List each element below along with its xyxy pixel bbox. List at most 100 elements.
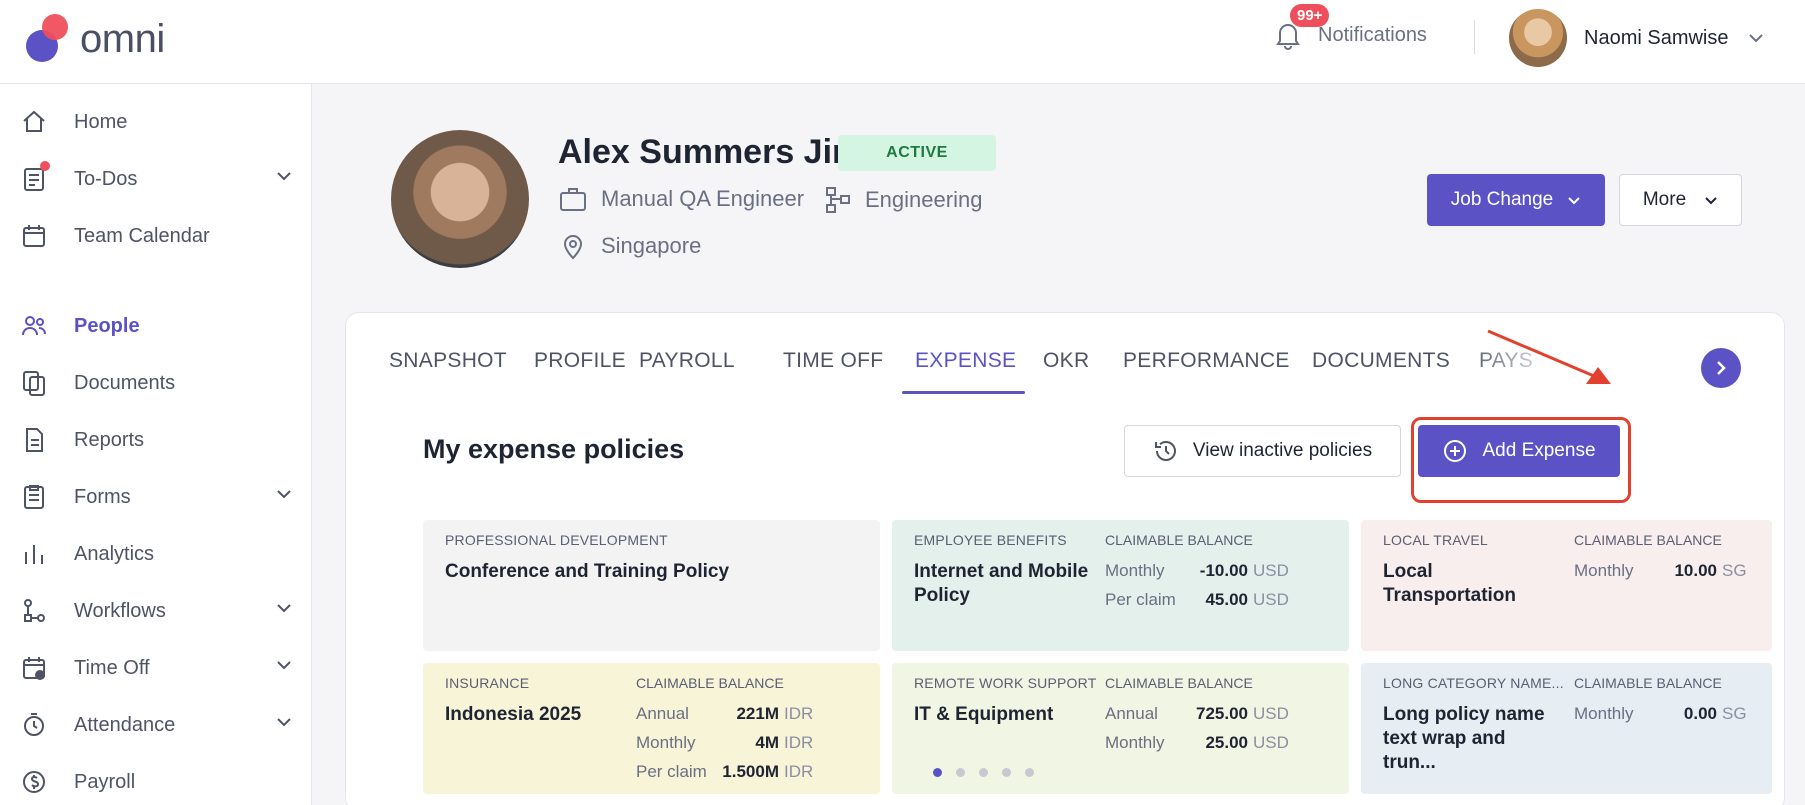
policy-category: INSURANCE [445, 675, 530, 691]
tab-snapshot[interactable]: SNAPSHOT [389, 349, 507, 373]
pagination-dot[interactable] [933, 768, 942, 777]
policy-name: Local Transportation [1383, 561, 1517, 606]
tab-documents[interactable]: DOCUMENTS [1312, 349, 1450, 373]
location-pin-icon [563, 235, 583, 260]
sidebar-item-label: Analytics [74, 542, 155, 565]
tab-expense[interactable]: EXPENSE [915, 349, 1016, 373]
pagination-dot[interactable] [956, 768, 965, 777]
tab-okr[interactable]: OKR [1043, 349, 1089, 373]
balance-currency: IDR [784, 762, 814, 781]
policy-card[interactable]: EMPLOYEE BENEFITS Internet and Mobile Pol… [892, 520, 1349, 651]
main-content: Alex Summers Jin ACTIVE Manual QA Engine… [313, 85, 1805, 805]
job-change-button[interactable]: Job Change [1427, 174, 1605, 226]
policy-name: IT & Equipment [914, 704, 1054, 725]
chevron-down-icon [277, 172, 291, 181]
claimable-balance-header: CLAIMABLE BALANCE [1574, 675, 1722, 691]
location: Singapore [601, 233, 702, 258]
view-inactive-label: View inactive policies [1192, 440, 1373, 461]
sidebar-item-label: To-Dos [74, 167, 138, 190]
chevron-right-icon [1717, 361, 1726, 375]
chevron-down-icon [277, 718, 291, 727]
claimable-balance-header: CLAIMABLE BALANCE [1105, 532, 1253, 548]
workflows-icon [20, 597, 48, 625]
sidebar-item-label: Payroll [74, 770, 136, 793]
balance-currency: USD [1253, 733, 1289, 752]
user-menu[interactable]: Naomi Samwise [1509, 9, 1764, 67]
pagination-dot[interactable] [1025, 768, 1034, 777]
pagination-dot[interactable] [1002, 768, 1011, 777]
balance-amount: 221M [736, 704, 779, 723]
tab-profile[interactable]: PROFILE [534, 349, 626, 373]
more-label: More [1642, 189, 1687, 210]
sidebar-item-time-off[interactable]: Time Off [0, 646, 312, 690]
briefcase-icon [560, 188, 586, 211]
policy-name: Conference and Training Policy [445, 561, 730, 582]
sidebar-item-to-dos[interactable]: To-Dos [0, 157, 312, 201]
person-name: Alex Summers Jin [558, 133, 853, 171]
section-title: My expense policies [423, 434, 685, 464]
tab-time-off[interactable]: TIME OFF [783, 349, 883, 373]
forms-icon [20, 483, 48, 511]
chevron-down-icon [277, 604, 291, 613]
balance-currency: SG [1722, 704, 1747, 723]
balance-currency: SG [1722, 561, 1747, 580]
sidebar-item-reports[interactable]: Reports [0, 418, 312, 462]
top-divider [1474, 20, 1475, 54]
balance-amount: 1.500M [722, 762, 779, 781]
chevron-down-icon [277, 490, 291, 499]
tab-performance[interactable]: PERFORMANCE [1123, 349, 1290, 373]
active-tab-underline [902, 391, 1025, 394]
sidebar-item-analytics[interactable]: Analytics [0, 532, 312, 576]
policy-card[interactable]: LOCAL TRAVEL Local Transportation CLAIMABL… [1361, 520, 1772, 651]
claimable-balance-header: CLAIMABLE BALANCE [1105, 675, 1253, 691]
pagination-dot[interactable] [979, 768, 988, 777]
home-icon [20, 108, 48, 136]
sidebar-item-label: Reports [74, 428, 145, 451]
chevron-down-icon [1749, 34, 1764, 43]
tab-payroll[interactable]: PAYROLL [639, 349, 735, 373]
user-avatar [1509, 9, 1567, 67]
sidebar-item-label: Team Calendar [74, 224, 210, 247]
policy-name: Indonesia 2025 [445, 704, 582, 725]
policy-card[interactable]: PROFESSIONAL DEVELOPMENT Conference and T… [423, 520, 880, 651]
balance-currency: USD [1253, 561, 1289, 580]
sidebar-item-label: Documents [74, 371, 176, 394]
more-button[interactable]: More [1619, 174, 1742, 226]
sidebar-item-forms[interactable]: Forms [0, 475, 312, 519]
sidebar: Home To-Dos Team Calendar People Documents Re… [0, 84, 312, 805]
tabs-next-button[interactable] [1701, 348, 1741, 388]
attendance-icon [20, 711, 48, 739]
omni-logo[interactable]: omni [26, 14, 165, 64]
calendar-icon [20, 222, 48, 250]
chevron-down-icon [277, 661, 291, 670]
sidebar-item-workflows[interactable]: Workflows [0, 589, 312, 633]
view-inactive-policies-button[interactable]: View inactive policies [1124, 425, 1401, 477]
history-icon [1154, 441, 1176, 461]
job-title-row: Manual QA Engineer [559, 186, 804, 212]
chevron-down-icon [1568, 196, 1580, 204]
sidebar-item-team-calendar[interactable]: Team Calendar [0, 214, 312, 258]
balance-amount: 0.00 [1683, 704, 1717, 723]
sidebar-item-home[interactable]: Home [0, 100, 312, 144]
notifications-button[interactable]: 99+ Notifications [1274, 4, 1427, 50]
balance-amount: 45.00 [1205, 590, 1248, 609]
policy-card[interactable]: LONG CATEGORY NAME... Long policy name te… [1361, 663, 1772, 794]
logo-text: omni [80, 16, 165, 61]
sidebar-item-people[interactable]: People [0, 304, 312, 348]
policy-category: REMOTE WORK SUPPORT [914, 675, 1097, 691]
payroll-icon [20, 768, 48, 796]
balance-amount: 725.00 [1196, 704, 1248, 723]
reports-icon [20, 426, 48, 454]
notifications-label: Notifications [1318, 23, 1427, 46]
sidebar-item-payroll[interactable]: Payroll [0, 760, 312, 804]
sidebar-item-documents[interactable]: Documents [0, 361, 312, 405]
sidebar-item-label: Forms [74, 485, 131, 508]
user-name: Naomi Samwise [1584, 26, 1729, 49]
sidebar-item-label: People [74, 314, 140, 337]
balance-currency: IDR [784, 733, 814, 752]
balance-amount: 10.00 [1674, 561, 1717, 580]
balance-amount: 25.00 [1205, 733, 1248, 752]
policy-card[interactable]: INSURANCE Indonesia 2025 CLAIMABLE BALANCE… [423, 663, 880, 794]
sidebar-item-attendance[interactable]: Attendance [0, 703, 312, 747]
pagination-dots [933, 768, 1034, 777]
